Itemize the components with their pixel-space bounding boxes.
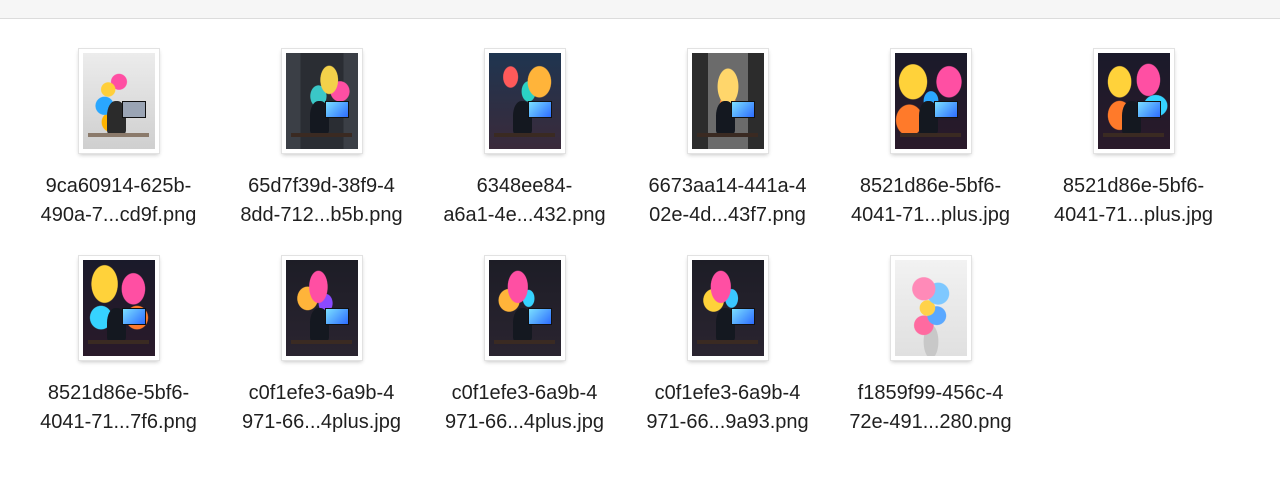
file-item[interactable]: 9ca60914-625b- 490a-7...cd9f.png: [17, 49, 220, 239]
file-name-label[interactable]: 8521d86e-5bf6- 4041-71...plus.jpg: [1032, 172, 1235, 230]
file-item[interactable]: f1859f99-456c-4 72e-491...280.png: [829, 256, 1032, 446]
file-thumbnail[interactable]: [78, 256, 159, 360]
file-name-line2: a6a1-4e...432.png: [443, 204, 606, 226]
file-thumbnail[interactable]: [890, 256, 971, 360]
file-name-line1: 65d7f39d-38f9-4: [248, 175, 395, 197]
file-name-label[interactable]: c0f1efe3-6a9b-4 971-66...9a93.png: [626, 379, 829, 437]
file-item[interactable]: 8521d86e-5bf6- 4041-71...7f6.png: [17, 256, 220, 446]
file-name-line2: 4041-71...plus.jpg: [1053, 204, 1213, 226]
file-name-line2: 02e-4d...43f7.png: [649, 204, 806, 226]
image-thumbnail-art: [894, 53, 967, 149]
file-item[interactable]: 8521d86e-5bf6- 4041-71...plus.jpg: [1032, 49, 1235, 239]
file-name-line2: 971-66...9a93.png: [646, 411, 809, 433]
file-thumbnail[interactable]: [484, 49, 565, 153]
file-name-line1: f1859f99-456c-4: [857, 382, 1004, 404]
file-name-label[interactable]: 8521d86e-5bf6- 4041-71...plus.jpg: [829, 172, 1032, 230]
file-name-line2: 72e-491...280.png: [849, 411, 1012, 433]
file-thumbnail[interactable]: [281, 49, 362, 153]
image-thumbnail-art: [82, 260, 155, 356]
file-name-line1: c0f1efe3-6a9b-4: [654, 382, 801, 404]
file-thumbnail[interactable]: [78, 49, 159, 153]
file-name-line1: c0f1efe3-6a9b-4: [451, 382, 598, 404]
file-name-line1: 8521d86e-5bf6-: [859, 175, 1002, 197]
file-name-line1: 6673aa14-441a-4: [648, 175, 807, 197]
image-thumbnail-art: [82, 53, 155, 149]
file-item[interactable]: 6348ee84- a6a1-4e...432.png: [423, 49, 626, 239]
file-item[interactable]: 8521d86e-5bf6- 4041-71...plus.jpg: [829, 49, 1032, 239]
file-name-line2: 4041-71...7f6.png: [40, 411, 197, 433]
file-thumbnail[interactable]: [484, 256, 565, 360]
file-name-line1: c0f1efe3-6a9b-4: [248, 382, 395, 404]
window-toolbar-strip: [0, 0, 1280, 19]
file-name-label[interactable]: c0f1efe3-6a9b-4 971-66...4plus.jpg: [220, 379, 423, 437]
file-thumbnail[interactable]: [1093, 49, 1174, 153]
file-name-label[interactable]: 8521d86e-5bf6- 4041-71...7f6.png: [17, 379, 220, 437]
file-name-label[interactable]: c0f1efe3-6a9b-4 971-66...4plus.jpg: [423, 379, 626, 437]
file-name-line2: 490a-7...cd9f.png: [40, 204, 197, 226]
file-item[interactable]: 6673aa14-441a-4 02e-4d...43f7.png: [626, 49, 829, 239]
file-item[interactable]: 65d7f39d-38f9-4 8dd-712...b5b.png: [220, 49, 423, 239]
file-name-line2: 4041-71...plus.jpg: [850, 204, 1010, 226]
image-thumbnail-art: [1097, 53, 1170, 149]
file-name-label[interactable]: 9ca60914-625b- 490a-7...cd9f.png: [17, 172, 220, 230]
file-thumbnail[interactable]: [890, 49, 971, 153]
file-name-line2: 8dd-712...b5b.png: [240, 204, 403, 226]
file-name-line1: 9ca60914-625b-: [45, 175, 192, 197]
image-thumbnail-art: [285, 53, 358, 149]
image-thumbnail-art: [488, 53, 561, 149]
file-thumbnail[interactable]: [281, 256, 362, 360]
file-name-line2: 971-66...4plus.jpg: [444, 411, 604, 433]
file-item[interactable]: c0f1efe3-6a9b-4 971-66...4plus.jpg: [220, 256, 423, 446]
file-name-label[interactable]: 6673aa14-441a-4 02e-4d...43f7.png: [626, 172, 829, 230]
file-name-label[interactable]: 6348ee84- a6a1-4e...432.png: [423, 172, 626, 230]
file-name-line1: 6348ee84-: [476, 175, 573, 197]
file-name-label[interactable]: 65d7f39d-38f9-4 8dd-712...b5b.png: [220, 172, 423, 230]
image-thumbnail-art: [894, 260, 967, 356]
image-thumbnail-art: [488, 260, 561, 356]
image-thumbnail-art: [691, 53, 764, 149]
file-name-line1: 8521d86e-5bf6-: [1062, 175, 1205, 197]
file-name-line1: 8521d86e-5bf6-: [47, 382, 190, 404]
file-name-label[interactable]: f1859f99-456c-4 72e-491...280.png: [829, 379, 1032, 437]
image-thumbnail-art: [285, 260, 358, 356]
file-thumbnail[interactable]: [687, 256, 768, 360]
image-thumbnail-art: [691, 260, 764, 356]
file-item[interactable]: c0f1efe3-6a9b-4 971-66...9a93.png: [626, 256, 829, 446]
file-thumbnail[interactable]: [687, 49, 768, 153]
file-name-line2: 971-66...4plus.jpg: [241, 411, 401, 433]
file-item[interactable]: c0f1efe3-6a9b-4 971-66...4plus.jpg: [423, 256, 626, 446]
